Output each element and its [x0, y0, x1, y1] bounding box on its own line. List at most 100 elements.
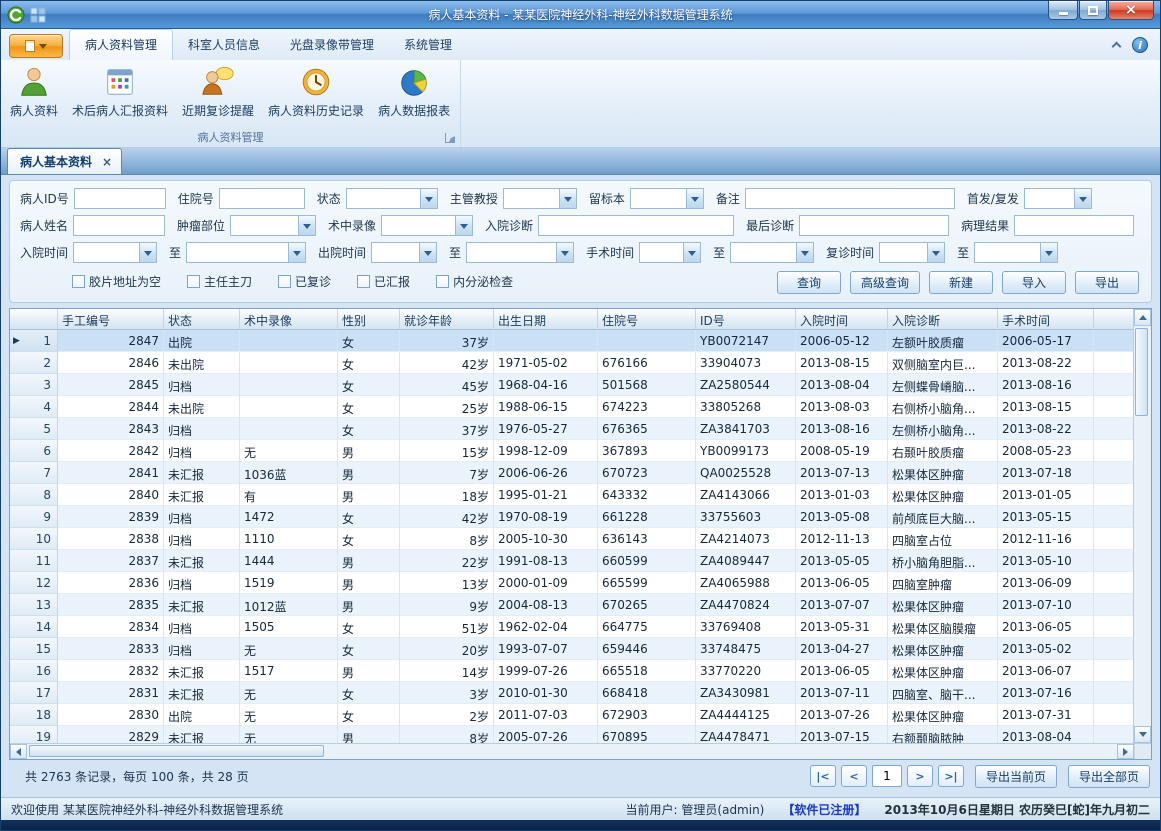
cell-birth-date[interactable]: 2004-08-13: [494, 594, 598, 616]
cell-surgery-date[interactable]: 2013-05-15: [998, 506, 1094, 528]
cell-surgery-date[interactable]: 2006-05-17: [998, 330, 1094, 352]
cell-admission-number[interactable]: 665599: [598, 572, 696, 594]
cell-id-number[interactable]: 33770220: [696, 660, 796, 682]
cell-admission-diagnosis[interactable]: 左额叶胶质瘤: [888, 330, 998, 352]
cell-gender[interactable]: 女: [338, 528, 400, 550]
cell-intraop-video[interactable]: 无: [240, 440, 338, 462]
cell-gender[interactable]: 男: [338, 572, 400, 594]
admission-date-to-combo[interactable]: [186, 242, 306, 263]
patient-name-input[interactable]: [73, 215, 165, 236]
cell-admission-number[interactable]: 664775: [598, 616, 696, 638]
prev-page-button[interactable]: <: [841, 765, 867, 787]
vertical-scrollbar[interactable]: [1133, 309, 1151, 743]
cell-age-at-visit[interactable]: 22岁: [400, 550, 494, 572]
cell-admission-number[interactable]: 659446: [598, 638, 696, 660]
dropdown-arrow-icon[interactable]: [1040, 243, 1057, 262]
column-header-birth-date[interactable]: 出生日期: [494, 309, 598, 330]
cell-age-at-visit[interactable]: 18岁: [400, 484, 494, 506]
cell-intraop-video[interactable]: 无: [240, 638, 338, 660]
cell-admission-diagnosis[interactable]: 四脑室占位: [888, 528, 998, 550]
column-header-intraop-video[interactable]: 术中录像: [240, 309, 338, 330]
cell-gender[interactable]: 女: [338, 704, 400, 726]
intraop-video-combo[interactable]: [381, 215, 473, 236]
ribbon-tool-2[interactable]: 术后病人汇报资料: [65, 63, 175, 121]
cell-admission-date[interactable]: 2012-11-13: [796, 528, 888, 550]
cell-admission-number[interactable]: 501568: [598, 374, 696, 396]
cell-admission-date[interactable]: 2006-05-12: [796, 330, 888, 352]
cell-age-at-visit[interactable]: 42岁: [400, 506, 494, 528]
cell-admission-number[interactable]: 367893: [598, 440, 696, 462]
cell-id-number[interactable]: ZA4478471: [696, 726, 796, 743]
cell-gender[interactable]: 女: [338, 330, 400, 352]
checkbox-box-icon[interactable]: [278, 275, 291, 288]
revisit-date-from-combo[interactable]: [879, 242, 945, 263]
dropdown-arrow-icon[interactable]: [298, 216, 315, 235]
surgery-date-from-combo[interactable]: [639, 242, 701, 263]
cell-admission-date[interactable]: 2013-07-11: [796, 682, 888, 704]
cell-admission-number[interactable]: 636143: [598, 528, 696, 550]
cell-admission-date[interactable]: 2013-08-16: [796, 418, 888, 440]
cell-birth-date[interactable]: 2011-07-03: [494, 704, 598, 726]
cell-intraop-video[interactable]: [240, 330, 338, 352]
cell-id-number[interactable]: ZA4065988: [696, 572, 796, 594]
cell-admission-diagnosis[interactable]: 右颞叶胶质瘤: [888, 440, 998, 462]
cell-surgery-date[interactable]: 2013-08-15: [998, 396, 1094, 418]
cell-surgery-date[interactable]: 2013-01-05: [998, 484, 1094, 506]
minimize-button[interactable]: [1048, 1, 1078, 20]
cell-birth-date[interactable]: 1976-05-27: [494, 418, 598, 440]
cell-id-number[interactable]: 33805268: [696, 396, 796, 418]
table-row[interactable]: 102838归档1110女8岁2005-10-30636143ZA4214073…: [10, 528, 1133, 550]
cell-admission-diagnosis[interactable]: 双侧脑室内巨...: [888, 352, 998, 374]
advanced-query-button[interactable]: 高级查询: [850, 271, 920, 294]
cell-id-number[interactable]: 33748475: [696, 638, 796, 660]
cell-surgery-date[interactable]: 2013-08-16: [998, 374, 1094, 396]
cell-intraop-video[interactable]: 1110: [240, 528, 338, 550]
cell-surgery-date[interactable]: 2013-08-22: [998, 352, 1094, 374]
cell-manual-number[interactable]: 2834: [58, 616, 164, 638]
table-row[interactable]: 182830出院无女2岁2011-07-03672903ZA4444125201…: [10, 704, 1133, 726]
cell-intraop-video[interactable]: [240, 396, 338, 418]
dropdown-arrow-icon[interactable]: [419, 243, 436, 262]
info-icon[interactable]: i: [1132, 37, 1148, 53]
cell-admission-number[interactable]: 672903: [598, 704, 696, 726]
dropdown-arrow-icon[interactable]: [796, 243, 813, 262]
dropdown-arrow-icon[interactable]: [556, 243, 573, 262]
cell-gender[interactable]: 男: [338, 594, 400, 616]
table-row[interactable]: 172831未汇报无女3岁2010-01-30668418ZA343098120…: [10, 682, 1133, 704]
cell-admission-diagnosis[interactable]: 前颅底巨大脑...: [888, 506, 998, 528]
cell-age-at-visit[interactable]: 13岁: [400, 572, 494, 594]
cell-admission-diagnosis[interactable]: 松果体区肿瘤: [888, 484, 998, 506]
cell-surgery-date[interactable]: 2012-11-16: [998, 528, 1094, 550]
admission-diagnosis-input[interactable]: [538, 215, 734, 236]
ribbon-tab-2[interactable]: 科室人员信息: [173, 30, 275, 60]
cell-manual-number[interactable]: 2841: [58, 462, 164, 484]
ribbon-tool-1[interactable]: 病人资料: [3, 63, 65, 121]
cell-admission-date[interactable]: 2013-01-03: [796, 484, 888, 506]
cell-gender[interactable]: 女: [338, 418, 400, 440]
cell-admission-diagnosis[interactable]: 右额颞脑脓肿: [888, 726, 998, 743]
cell-status[interactable]: 未汇报: [164, 682, 240, 704]
cell-surgery-date[interactable]: 2013-07-10: [998, 594, 1094, 616]
table-row[interactable]: 42844未出院女25岁1988-06-15674223338052682013…: [10, 396, 1133, 418]
cell-status[interactable]: 未汇报: [164, 550, 240, 572]
admission-number-input[interactable]: [219, 188, 305, 209]
status-combo[interactable]: [346, 188, 438, 209]
cell-admission-number[interactable]: 676365: [598, 418, 696, 440]
ribbon-tab-4[interactable]: 系统管理: [389, 30, 467, 60]
cell-age-at-visit[interactable]: 20岁: [400, 638, 494, 660]
cell-surgery-date[interactable]: 2013-06-05: [998, 616, 1094, 638]
cell-admission-diagnosis[interactable]: 松果体区肿瘤: [888, 704, 998, 726]
cell-gender[interactable]: 女: [338, 396, 400, 418]
cell-gender[interactable]: 女: [338, 506, 400, 528]
dropdown-arrow-icon[interactable]: [455, 216, 472, 235]
remarks-input[interactable]: [745, 188, 955, 209]
cell-admission-diagnosis[interactable]: 松果体区肿瘤: [888, 660, 998, 682]
cell-age-at-visit[interactable]: 15岁: [400, 440, 494, 462]
checkbox-director-chief-surgeon[interactable]: 主任主刀: [187, 273, 252, 290]
cell-status[interactable]: 未出院: [164, 352, 240, 374]
patient-id-input[interactable]: [74, 188, 166, 209]
cell-admission-date[interactable]: 2013-06-05: [796, 572, 888, 594]
cell-age-at-visit[interactable]: 7岁: [400, 462, 494, 484]
table-row[interactable]: 52843归档女37岁1976-05-27676365ZA38417032013…: [10, 418, 1133, 440]
table-row[interactable]: 62842归档无男15岁1998-12-09367893YB0099173200…: [10, 440, 1133, 462]
